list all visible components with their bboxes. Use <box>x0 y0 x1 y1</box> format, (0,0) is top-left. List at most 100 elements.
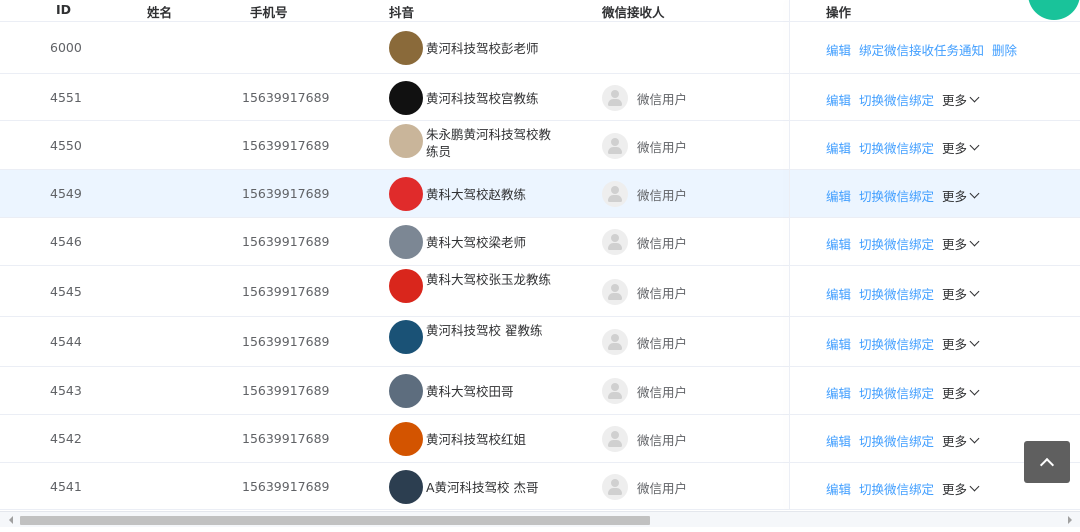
cell-id: 4541 <box>50 479 82 494</box>
cell-ops: 编辑 切换微信绑定 更多 <box>826 479 980 498</box>
more-label: 更多 <box>942 386 968 401</box>
cell-douyin: 朱永鹏黄河科技驾校教练员 <box>389 124 559 160</box>
edit-link[interactable]: 编辑 <box>826 334 851 353</box>
cell-wechat: 微信用户 <box>602 181 687 207</box>
cell-id: 6000 <box>50 40 82 55</box>
cell-phone: 15639917689 <box>242 479 330 494</box>
more-dropdown[interactable]: 更多 <box>942 138 980 157</box>
douyin-avatar <box>389 124 423 158</box>
table-row[interactable]: 6000 黄河科技驾校彭老师 编辑 绑定微信接收任务通知 删除 <box>0 22 1080 74</box>
more-dropdown[interactable]: 更多 <box>942 90 980 109</box>
cell-douyin: 黄河科技驾校宫教练 <box>389 81 596 115</box>
douyin-avatar <box>389 225 423 259</box>
edit-link[interactable]: 编辑 <box>826 431 851 450</box>
header-id[interactable]: ID <box>56 2 116 17</box>
cell-phone: 15639917689 <box>242 90 330 105</box>
delete-link[interactable]: 删除 <box>992 40 1017 59</box>
cell-ops: 编辑 切换微信绑定 更多 <box>826 138 980 157</box>
chevron-down-icon <box>969 481 980 492</box>
edit-link[interactable]: 编辑 <box>826 40 851 59</box>
more-dropdown[interactable]: 更多 <box>942 479 980 498</box>
cell-douyin: 黄科大驾校张玉龙教练 <box>389 269 559 303</box>
cell-douyin: A黄河科技驾校 杰哥 <box>389 470 596 504</box>
chevron-up-icon <box>1039 457 1055 473</box>
chevron-down-icon <box>969 433 980 444</box>
douyin-name: 黄科大驾校梁老师 <box>426 235 527 250</box>
switch-wechat-binding-link[interactable]: 切换微信绑定 <box>859 234 934 253</box>
edit-link[interactable]: 编辑 <box>826 186 851 205</box>
more-label: 更多 <box>942 482 968 497</box>
wechat-user-name: 微信用户 <box>637 139 688 155</box>
wechat-user-avatar-icon <box>602 181 628 207</box>
switch-wechat-binding-link[interactable]: 切换微信绑定 <box>859 383 934 402</box>
edit-link[interactable]: 编辑 <box>826 284 851 303</box>
table-header: ID 姓名 手机号 抖音 微信接收人 操作 <box>0 0 1080 22</box>
scroll-thumb[interactable] <box>20 516 650 525</box>
cell-douyin: 黄河科技驾校 翟教练 <box>389 320 559 354</box>
back-to-top-button[interactable] <box>1024 441 1070 483</box>
table-row[interactable]: 4546 15639917689 黄科大驾校梁老师 微信用户 编辑 切换微信绑定 更多 <box>0 218 1080 266</box>
douyin-name: 黄科大驾校田哥 <box>426 384 514 399</box>
wechat-user-name: 微信用户 <box>637 384 688 400</box>
header-name[interactable]: 姓名 <box>147 2 172 21</box>
table-row[interactable]: 4551 15639917689 黄河科技驾校宫教练 微信用户 编辑 切换微信绑定 更多 <box>0 74 1080 121</box>
switch-wechat-binding-link[interactable]: 切换微信绑定 <box>859 138 934 157</box>
switch-wechat-binding-link[interactable]: 切换微信绑定 <box>859 431 934 450</box>
douyin-avatar <box>389 374 423 408</box>
cell-douyin: 黄河科技驾校彭老师 <box>389 31 596 65</box>
edit-link[interactable]: 编辑 <box>826 383 851 402</box>
cell-id: 4550 <box>50 138 82 153</box>
more-label: 更多 <box>942 93 968 108</box>
more-dropdown[interactable]: 更多 <box>942 186 980 205</box>
table-row[interactable]: 4543 15639917689 黄科大驾校田哥 微信用户 编辑 切换微信绑定 更多 <box>0 367 1080 415</box>
header-wechat[interactable]: 微信接收人 <box>602 2 665 21</box>
cell-wechat: 微信用户 <box>602 85 687 111</box>
cell-phone: 15639917689 <box>242 138 330 153</box>
cell-id: 4549 <box>50 186 82 201</box>
switch-wechat-binding-link[interactable]: 切换微信绑定 <box>859 284 934 303</box>
more-dropdown[interactable]: 更多 <box>942 383 980 402</box>
switch-wechat-binding-link[interactable]: 切换微信绑定 <box>859 186 934 205</box>
chevron-down-icon <box>969 336 980 347</box>
wechat-user-avatar-icon <box>602 279 628 305</box>
header-douyin[interactable]: 抖音 <box>389 2 414 21</box>
cell-ops: 编辑 切换微信绑定 更多 <box>826 334 980 353</box>
edit-link[interactable]: 编辑 <box>826 138 851 157</box>
more-dropdown[interactable]: 更多 <box>942 234 980 253</box>
cell-ops: 编辑 切换微信绑定 更多 <box>826 90 980 109</box>
more-label: 更多 <box>942 337 968 352</box>
edit-link[interactable]: 编辑 <box>826 234 851 253</box>
wechat-user-avatar-icon <box>602 474 628 500</box>
douyin-avatar <box>389 422 423 456</box>
horizontal-scrollbar[interactable] <box>0 511 1080 527</box>
wechat-user-avatar-icon <box>602 133 628 159</box>
scroll-right-arrow-icon[interactable] <box>1068 516 1072 524</box>
switch-wechat-binding-link[interactable]: 切换微信绑定 <box>859 479 934 498</box>
cell-wechat: 微信用户 <box>602 474 687 500</box>
wechat-user-name: 微信用户 <box>637 480 688 496</box>
table-row[interactable]: 4550 15639917689 朱永鹏黄河科技驾校教练员 微信用户 编辑 切换微信绑定更… <box>0 121 1080 170</box>
table-row[interactable]: 4542 15639917689 黄河科技驾校红姐 微信用户 编辑 切换微信绑定 更多 <box>0 415 1080 463</box>
more-dropdown[interactable]: 更多 <box>942 334 980 353</box>
cell-id: 4544 <box>50 334 82 349</box>
more-dropdown[interactable]: 更多 <box>942 284 980 303</box>
cell-wechat: 微信用户 <box>602 378 687 404</box>
douyin-avatar <box>389 81 423 115</box>
table-row[interactable]: 4541 15639917689 A黄河科技驾校 杰哥 微信用户 编辑 切换微信绑定 更多 <box>0 463 1080 510</box>
scroll-left-arrow-icon[interactable] <box>9 516 13 524</box>
table-row[interactable]: 4544 15639917689 黄河科技驾校 翟教练 微信用户 编辑 切换微信绑定 更多 <box>0 317 1080 367</box>
wechat-user-avatar-icon <box>602 426 628 452</box>
wechat-user-avatar-icon <box>602 378 628 404</box>
edit-link[interactable]: 编辑 <box>826 479 851 498</box>
more-dropdown[interactable]: 更多 <box>942 431 980 450</box>
edit-link[interactable]: 编辑 <box>826 90 851 109</box>
switch-wechat-binding-link[interactable]: 切换微信绑定 <box>859 334 934 353</box>
douyin-avatar <box>389 31 423 65</box>
table-row[interactable]: 4549 15639917689 黄科大驾校赵教练 微信用户 编辑 切换微信绑定 更多 <box>0 170 1080 218</box>
bind-wechat-notify-link[interactable]: 绑定微信接收任务通知 <box>859 40 984 59</box>
cell-ops: 编辑 切换微信绑定 更多 <box>826 186 980 205</box>
douyin-avatar <box>389 320 423 354</box>
table-row[interactable]: 4545 15639917689 黄科大驾校张玉龙教练 微信用户 编辑 切换微信绑定 更多 <box>0 266 1080 317</box>
switch-wechat-binding-link[interactable]: 切换微信绑定 <box>859 90 934 109</box>
header-phone[interactable]: 手机号 <box>250 2 288 21</box>
